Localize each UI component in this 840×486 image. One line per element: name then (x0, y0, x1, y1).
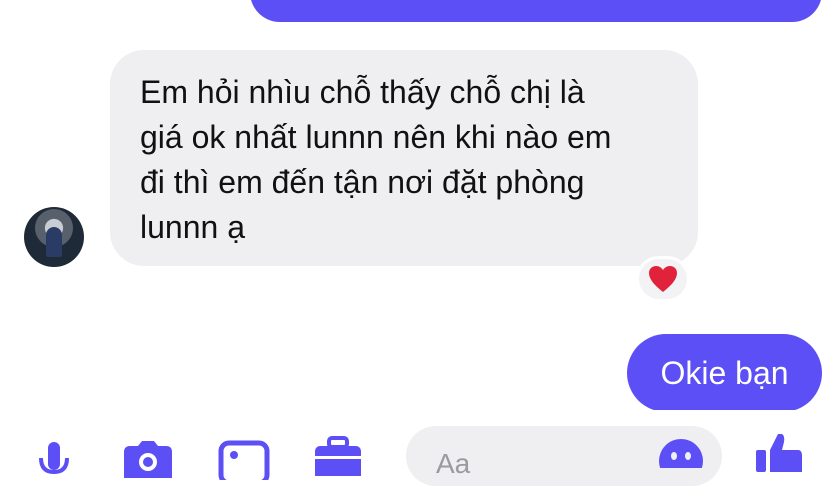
incoming-message-line-4: lunnn ạ (140, 209, 245, 245)
briefcase-icon[interactable] (312, 436, 364, 476)
outgoing-reply-text: Okie bạn (660, 354, 789, 391)
mic-icon[interactable] (32, 440, 76, 480)
heart-icon (649, 266, 677, 292)
incoming-message-line-3: đi thì em đến tận nơi đặt phòng (140, 164, 585, 200)
contact-avatar[interactable] (24, 207, 84, 267)
incoming-message-line-2: giá ok nhất lunnn nên khi nào em (140, 119, 612, 155)
message-input-placeholder: Aa (436, 448, 471, 479)
outgoing-message-bubble-top[interactable] (250, 0, 822, 22)
conversation-area: Em hỏi nhìu chỗ thấy chỗ chị là giá ok n… (0, 0, 840, 412)
incoming-message-bubble[interactable]: Em hỏi nhìu chỗ thấy chỗ chị là giá ok n… (110, 50, 698, 266)
composer-bar: Aa (0, 410, 840, 486)
incoming-message-line-1: Em hỏi nhìu chỗ thấy chỗ chị là (140, 74, 585, 110)
emoji-icon[interactable] (658, 438, 704, 468)
outgoing-reply-bubble[interactable]: Okie bạn (627, 334, 822, 412)
like-icon[interactable] (752, 432, 804, 472)
camera-icon[interactable] (120, 438, 176, 478)
message-reaction[interactable] (636, 256, 690, 302)
gallery-icon[interactable] (218, 440, 270, 480)
avatar-figure (46, 227, 62, 257)
